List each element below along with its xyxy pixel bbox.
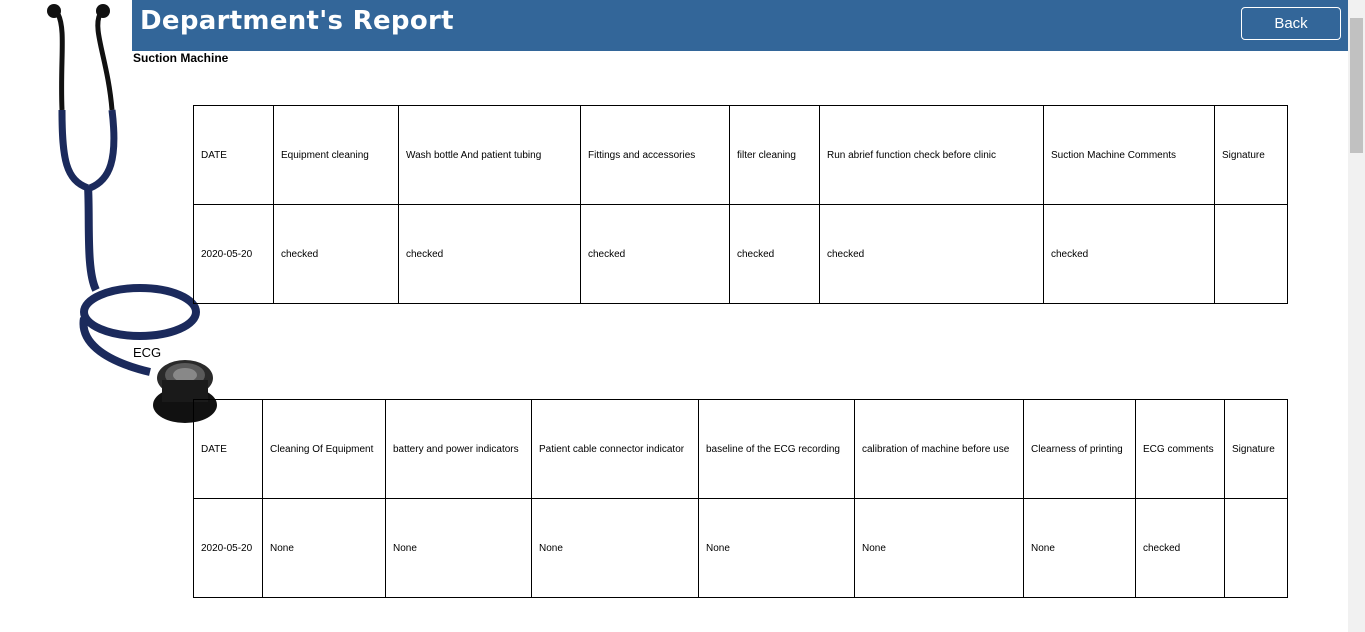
table-cell: checked [819,204,1044,304]
column-header: Clearness of printing [1023,399,1136,499]
column-header: Equipment cleaning [273,105,399,205]
column-header: Signature [1224,399,1288,499]
table-cell: 2020-05-20 [193,204,274,304]
column-header: Fittings and accessories [580,105,730,205]
column-header: Run abrief function check before clinic [819,105,1044,205]
column-header: calibration of machine before use [854,399,1024,499]
table-cell: checked [273,204,399,304]
suction-machine-table: DATE Equipment cleaning Wash bottle And pa… [193,105,1288,304]
ecg-table: DATE Cleaning Of Equipment battery and pow… [193,399,1288,598]
table-cell: 2020-05-20 [193,498,263,598]
table-cell: checked [580,204,730,304]
table-cell: checked [1043,204,1215,304]
column-header: Cleaning Of Equipment [262,399,386,499]
table-cell: None [262,498,386,598]
section-title-suction-machine: Suction Machine [133,51,229,65]
column-header: DATE [193,105,274,205]
table-cell: checked [1135,498,1225,598]
column-header: battery and power indicators [385,399,532,499]
column-header: Signature [1214,105,1288,205]
table-cell: checked [398,204,581,304]
table-cell: None [1023,498,1136,598]
column-header: Suction Machine Comments [1043,105,1215,205]
table-cell [1214,204,1288,304]
table-cell: checked [729,204,820,304]
column-header: baseline of the ECG recording [698,399,855,499]
column-header: DATE [193,399,263,499]
table-cell: None [854,498,1024,598]
header-bar: Department's Report Back [132,0,1348,51]
table-cell: None [385,498,532,598]
back-button[interactable]: Back [1241,7,1341,40]
table-header-row: DATE Cleaning Of Equipment battery and pow… [193,399,1288,499]
table-row: 2020-05-20 None None None None None None checke… [193,498,1288,598]
column-header: Wash bottle And patient tubing [398,105,581,205]
section-title-ecg: ECG [133,345,162,360]
page-title: Department's Report [140,6,454,36]
table-row: 2020-05-20 checked checked checked checked ch… [193,204,1288,304]
table-cell: None [698,498,855,598]
column-header: filter cleaning [729,105,820,205]
column-header: ECG comments [1135,399,1225,499]
column-header: Patient cable connector indicator [531,399,699,499]
table-cell: None [531,498,699,598]
table-cell [1224,498,1288,598]
vertical-scrollbar[interactable] [1348,0,1365,632]
table-header-row: DATE Equipment cleaning Wash bottle And pa… [193,105,1288,205]
scrollbar-thumb[interactable] [1350,18,1363,153]
